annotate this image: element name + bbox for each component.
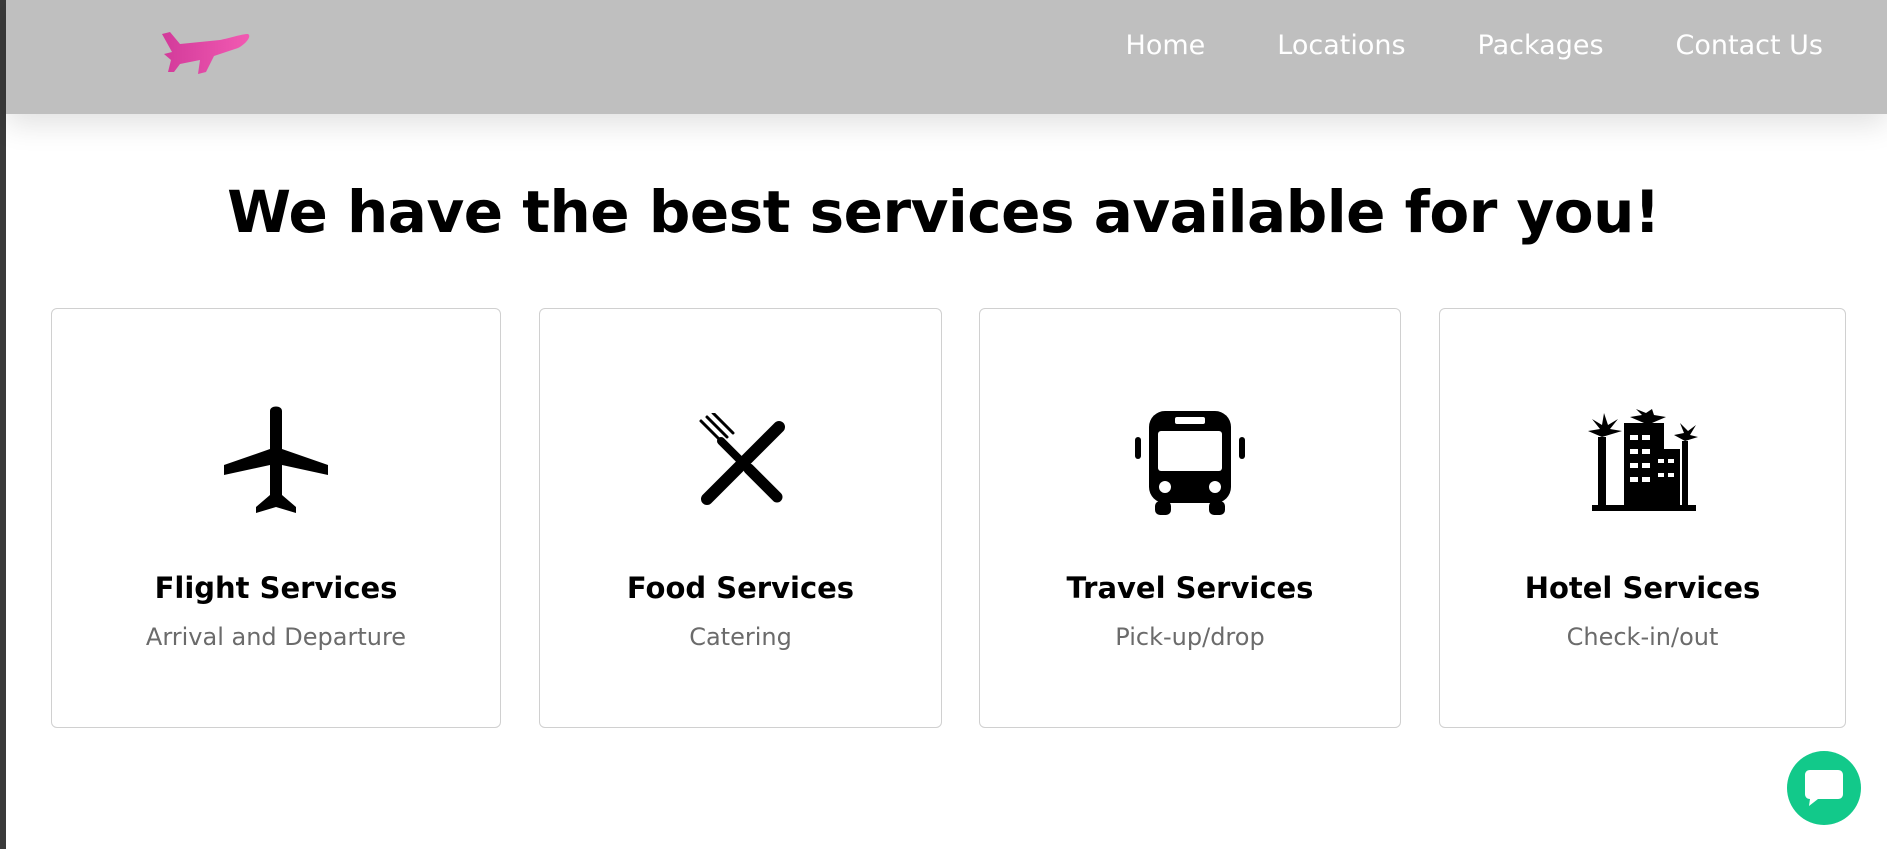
service-card-travel: Travel Services Pick-up/drop (979, 308, 1401, 728)
window-edge (0, 0, 6, 849)
main-nav: Home Locations Packages Contact Us (1054, 30, 1823, 61)
service-subtitle: Pick-up/drop (1115, 623, 1265, 651)
navbar: Home Locations Packages Contact Us (6, 0, 1887, 114)
hotel-icon (1583, 401, 1703, 521)
pink-airplane-logo-icon (162, 32, 250, 74)
service-subtitle: Check-in/out (1566, 623, 1719, 651)
service-card-food: Food Services Catering (539, 308, 942, 728)
nav-contact-us[interactable]: Contact Us (1676, 30, 1823, 61)
nav-packages[interactable]: Packages (1478, 30, 1604, 61)
service-title: Food Services (626, 571, 855, 605)
logo-link[interactable] (158, 24, 252, 76)
service-title: Travel Services (1066, 571, 1314, 605)
service-subtitle: Catering (689, 623, 792, 651)
chat-bubble-icon (1805, 770, 1843, 806)
nav-locations[interactable]: Locations (1277, 30, 1405, 61)
service-card-hotel: Hotel Services Check-in/out (1439, 308, 1846, 728)
airplane-icon (216, 401, 336, 521)
nav-home[interactable]: Home (1126, 30, 1206, 61)
service-title: Flight Services (154, 571, 398, 605)
service-card-flight: Flight Services Arrival and Departure (51, 308, 501, 728)
chat-button[interactable] (1787, 751, 1861, 825)
fork-knife-icon (681, 401, 801, 521)
service-subtitle: Arrival and Departure (145, 623, 407, 651)
page-title: We have the best services available for … (227, 178, 1660, 246)
service-title: Hotel Services (1524, 571, 1761, 605)
bus-icon (1130, 401, 1250, 521)
